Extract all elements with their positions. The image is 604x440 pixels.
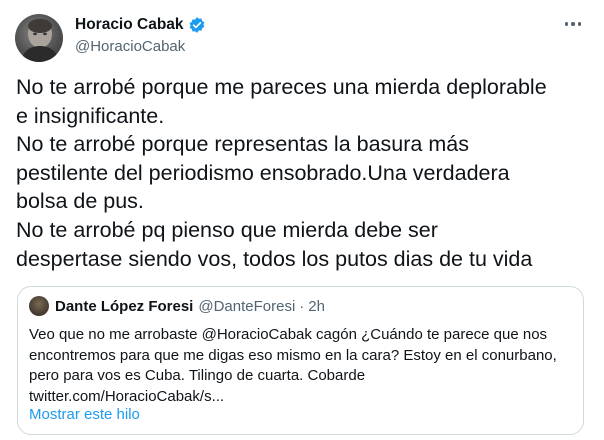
show-thread-link[interactable]: Mostrar este hilo <box>29 406 140 423</box>
author-handle[interactable]: @HoracioCabak <box>75 38 206 55</box>
author-avatar[interactable] <box>15 14 63 62</box>
quoted-author-avatar[interactable] <box>29 296 49 316</box>
separator-dot: · <box>299 297 305 315</box>
author-info: Horacio Cabak @HoracioCabak <box>75 15 206 55</box>
more-dots-icon[interactable] <box>560 14 586 34</box>
author-display-name[interactable]: Horacio Cabak <box>75 16 184 34</box>
quoted-tweet[interactable]: Dante López Foresi @DanteForesi · 2h Veo… <box>17 286 584 435</box>
quoted-author-display-name: Dante López Foresi <box>55 297 194 315</box>
quoted-author-handle: @DanteForesi <box>198 297 296 315</box>
verified-badge-icon <box>188 16 206 34</box>
tweet-card: Horacio Cabak @HoracioCabak No te arrobé… <box>0 0 604 440</box>
quoted-tweet-header: Dante López Foresi @DanteForesi · 2h <box>55 296 325 316</box>
quoted-tweet-timestamp[interactable]: 2h <box>308 298 325 315</box>
tweet-text: No te arrobé porque me pareces una mierd… <box>16 75 547 271</box>
quoted-tweet-text: Veo que no me arrobaste @HoracioCabak ca… <box>29 326 557 405</box>
